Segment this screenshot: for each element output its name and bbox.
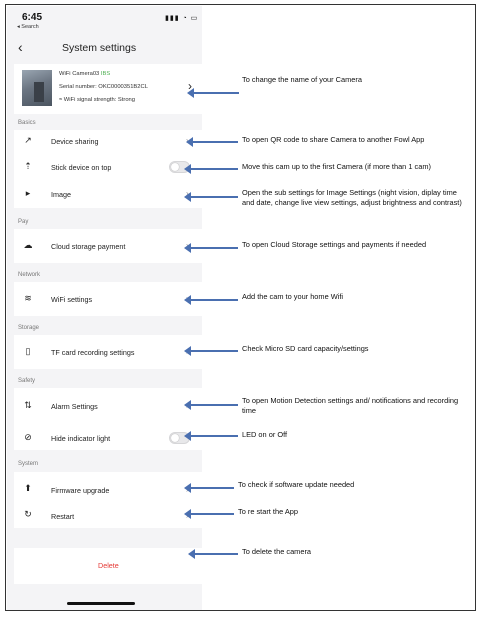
note-led: LED on or Off bbox=[242, 430, 288, 439]
home-indicator bbox=[67, 602, 135, 605]
delete-label: Delete bbox=[98, 561, 119, 570]
status-time: 6:45 bbox=[22, 12, 43, 23]
note-sharing: To open QR code to share Camera to anoth… bbox=[242, 135, 425, 144]
arrow-led bbox=[184, 431, 238, 441]
note-wifi: Add the cam to your home Wifi bbox=[242, 292, 344, 301]
note-stick: Move this cam up to the first Camera (if… bbox=[242, 162, 431, 171]
section-basics: Basics bbox=[18, 120, 36, 126]
row-wifi-settings[interactable]: ≋ WiFi settings › bbox=[14, 282, 202, 316]
basics-group: ↗ Device sharing › ⇡ Stick device on top… bbox=[14, 130, 202, 208]
status-back-link[interactable]: ◂ Search bbox=[17, 24, 39, 30]
note-tf: Check Micro SD card capacity/settings bbox=[242, 344, 369, 353]
sd-card-icon: ▯ bbox=[25, 346, 31, 356]
section-safety: Safety bbox=[18, 378, 36, 384]
row-tf-card-label: TF card recording settings bbox=[51, 348, 135, 357]
camera-serial: Serial number: OKC0000351B2CL bbox=[59, 84, 148, 90]
arrow-wifi bbox=[184, 295, 238, 305]
note-alarm: To open Motion Detection settings and/ n… bbox=[242, 396, 459, 415]
delete-button[interactable]: Delete bbox=[14, 548, 202, 584]
row-firmware-label: Firmware upgrade bbox=[51, 486, 110, 495]
camera-card[interactable]: WiFi Camera03 IBS Serial number: OKC0000… bbox=[14, 64, 202, 114]
camera-tag: IBS bbox=[100, 71, 111, 77]
light-off-icon: ⊘ bbox=[24, 432, 32, 442]
note-image: Open the sub settings for Image Settings… bbox=[242, 188, 462, 207]
upgrade-icon: ⬆ bbox=[24, 483, 32, 493]
section-network: Network bbox=[18, 272, 41, 278]
pin-top-icon: ⇡ bbox=[24, 161, 32, 171]
row-restart-label: Restart bbox=[51, 512, 75, 521]
arrow-alarm bbox=[184, 400, 238, 410]
camera-wifi-strength: ≈ WiFi signal strength: Strong bbox=[59, 97, 135, 103]
arrow-firmware bbox=[184, 483, 234, 493]
play-icon: ▸ bbox=[25, 188, 31, 198]
camera-thumbnail bbox=[22, 70, 52, 106]
arrow-image bbox=[184, 192, 238, 202]
section-pay: Pay bbox=[18, 219, 29, 225]
alarm-icon: ⇅ bbox=[24, 400, 32, 410]
phone-screen: 6:45 ◂ Search ▮▮▮ ◔ ▭ ‹ System settings … bbox=[7, 6, 202, 610]
note-delete: To delete the camera bbox=[242, 547, 312, 556]
camera-name: WiFi Camera03 IBS bbox=[59, 71, 111, 77]
arrow-restart bbox=[184, 509, 234, 519]
section-storage: Storage bbox=[18, 325, 40, 331]
arrow-name bbox=[187, 88, 239, 98]
cloud-icon: ☁ bbox=[23, 240, 33, 250]
note-restart: To re start the App bbox=[238, 507, 298, 516]
row-wifi-settings-label: WiFi settings bbox=[51, 295, 93, 304]
row-stick-on-top-label: Stick device on top bbox=[51, 163, 112, 172]
row-alarm-settings-label: Alarm Settings bbox=[51, 402, 98, 411]
arrow-sharing bbox=[186, 137, 238, 147]
arrow-stick bbox=[184, 164, 238, 174]
row-cloud-payment[interactable]: ☁ Cloud storage payment › bbox=[14, 229, 202, 263]
note-name: To change the name of your Camera bbox=[242, 75, 362, 84]
share-icon: ↗ bbox=[24, 135, 32, 145]
note-firmware: To check if software update needed bbox=[238, 480, 355, 489]
row-device-sharing-label: Device sharing bbox=[51, 137, 99, 146]
back-icon[interactable]: ‹ bbox=[18, 39, 23, 55]
row-cloud-payment-label: Cloud storage payment bbox=[51, 242, 126, 251]
row-tf-card[interactable]: ▯ TF card recording settings › bbox=[14, 335, 202, 369]
system-group: ⬆ Firmware upgrade › ↻ Restart › bbox=[14, 472, 202, 528]
arrow-delete bbox=[188, 549, 238, 559]
restart-icon: ↻ bbox=[24, 509, 32, 519]
section-system: System bbox=[18, 461, 39, 467]
arrow-tf bbox=[184, 346, 238, 356]
wifi-icon: ≋ bbox=[24, 293, 32, 303]
status-icons: ▮▮▮ ◔ ▭ bbox=[165, 15, 199, 22]
safety-group: ⇅ Alarm Settings › ⊘ Hide indicator ligh… bbox=[14, 388, 202, 450]
note-cloud: To open Cloud Storage settings and payme… bbox=[242, 240, 427, 249]
page-title: System settings bbox=[62, 42, 137, 54]
row-hide-indicator-label: Hide indicator light bbox=[51, 434, 111, 443]
arrow-cloud bbox=[184, 243, 238, 253]
row-image-label: Image bbox=[51, 190, 71, 199]
